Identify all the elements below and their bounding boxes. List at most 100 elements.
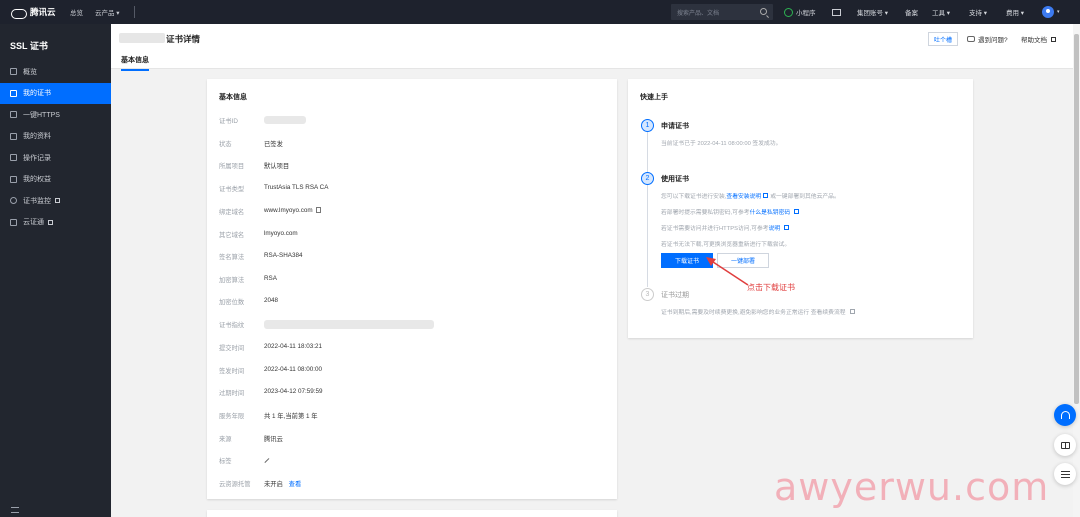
sidebar-item-my-certificates[interactable]: 我的证书 (0, 82, 111, 104)
feedback-button[interactable]: 吐个槽 (928, 32, 958, 46)
step-3-desc: 证书到期后,需要及时续费更换,避免影响您的业务正常运行 查看续费流程 (661, 307, 855, 316)
edit-icon[interactable] (264, 457, 270, 463)
sidebar-item-label: 云证通 (23, 219, 44, 227)
collapse-menu-icon[interactable] (11, 507, 19, 513)
step-connector (647, 185, 648, 287)
step-2-line-4: 若证书无法下载,可更换浏览器重新进行下载尝试。 (661, 242, 791, 248)
step-2-line-3: 若证书需要访问并进行HTTPS访问,可参考说明 (661, 223, 790, 232)
desc-text: 若证书需要访问并进行HTTPS访问,可参考 (661, 226, 769, 232)
submit-time-value: 2022-04-11 18:03:21 (264, 343, 323, 350)
sidebar-item-cloud-cert[interactable]: 云证通 (0, 212, 111, 234)
signature-algorithm-value: RSA-SHA384 (264, 252, 303, 259)
headset-icon (1060, 411, 1070, 419)
gift-icon (10, 175, 17, 183)
certificate-icon (10, 89, 17, 97)
domain-value-wrap: www.lmyoyo.com (264, 207, 321, 216)
customer-service-button[interactable] (1054, 404, 1076, 426)
brand-logo[interactable]: 腾讯云 (0, 6, 70, 19)
field-label: 证书指纹 (219, 322, 245, 329)
sidebar-item-label: 证书监控 (23, 197, 51, 205)
issue-time-value: 2022-04-11 08:00:00 (264, 366, 323, 373)
cert-id-value (264, 116, 306, 126)
sidebar-item-one-click-https[interactable]: 一键HTTPS (0, 104, 111, 126)
domain-value: www.lmyoyo.com (264, 207, 313, 214)
field-label: 所属项目 (219, 163, 245, 170)
status-value: 已签发 (264, 141, 283, 148)
sidebar-item-label: 操作记录 (23, 154, 51, 162)
sidebar-item-label: 一键HTTPS (23, 111, 60, 119)
next-card (207, 510, 617, 517)
quick-start-card: 快速上手 1 申请证书 当前证书已于 2022-04-11 08:00:00 签… (628, 79, 973, 338)
book-icon (1060, 441, 1070, 449)
nav-overview[interactable]: 总览 (70, 7, 83, 17)
log-icon (10, 154, 17, 162)
other-domain-value: lmyoyo.com (264, 230, 298, 237)
step-1-desc: 当前证书已于 2022-04-11 08:00:00 签发成功。 (661, 141, 782, 147)
mail-icon (832, 8, 841, 16)
user-menu[interactable]: ▾ (1042, 0, 1060, 24)
copy-icon[interactable] (315, 207, 321, 213)
sidebar-item-cert-monitor[interactable]: 证书监控 (0, 190, 111, 212)
tab-basic-info[interactable]: 基本信息 (121, 55, 149, 71)
step-2-line-2: 若部署时提示需要私钥密码,可参考什么是私钥密码 (661, 207, 800, 216)
step-3-badge: 3 (641, 288, 654, 301)
tags-value (264, 456, 270, 465)
quick-start-title: 快速上手 (640, 94, 668, 101)
avatar[interactable] (1042, 6, 1054, 18)
redacted-value (264, 116, 306, 124)
page-header: 证书详情 基本信息 吐个槽 遇到问题? 帮助文档 (111, 24, 1073, 71)
certificate-name-redacted (119, 33, 165, 43)
help-doc-label: 帮助文档 (1021, 37, 1047, 44)
docs-button[interactable] (1054, 434, 1076, 456)
step-2-title: 使用证书 (661, 176, 689, 183)
external-link-icon (784, 225, 790, 230)
cloud-logo-icon (10, 7, 27, 19)
sidebar-item-operation-log[interactable]: 操作记录 (0, 147, 111, 169)
hosting-status: 未开启 (264, 481, 283, 488)
nav-cost[interactable]: 费用 ▾ (1006, 7, 1024, 17)
sidebar-item-my-benefits[interactable]: 我的权益 (0, 169, 111, 191)
sidebar-item-label: 概览 (23, 68, 37, 76)
sidebar-item-overview[interactable]: 概览 (0, 61, 111, 83)
scrollbar-thumb[interactable] (1074, 34, 1079, 404)
sidebar-item-my-materials[interactable]: 我的资料 (0, 126, 111, 148)
install-guide-link[interactable]: 查看安装说明 (726, 194, 761, 200)
nav-tools[interactable]: 工具 ▾ (932, 7, 950, 17)
field-label: 加密位数 (219, 299, 245, 306)
expire-time-value: 2023-04-12 07:59:59 (264, 388, 323, 395)
external-link-icon (849, 309, 855, 314)
basic-info-title: 基本信息 (219, 94, 247, 101)
mail-button[interactable] (832, 0, 841, 24)
https-guide-link[interactable]: 说明 (769, 226, 781, 232)
divider (133, 6, 135, 18)
external-link-icon (794, 209, 800, 214)
sidebar-item-label: 我的资料 (23, 133, 51, 141)
sidebar-title: SSL 证书 (10, 41, 48, 51)
menu-list-button[interactable] (1054, 463, 1076, 485)
project-value: 默认项目 (264, 163, 290, 170)
private-key-link[interactable]: 什么是私钥密码 (750, 210, 791, 216)
external-link-icon (1051, 36, 1056, 42)
step-2-badge: 2 (641, 172, 654, 185)
help-doc-link[interactable]: 帮助文档 (1021, 34, 1056, 44)
step-1-badge: 1 (641, 119, 654, 132)
encryption-algorithm-value: RSA (264, 275, 277, 282)
search-icon[interactable] (760, 8, 767, 15)
nav-record[interactable]: 备案 (905, 7, 918, 17)
nav-miniprogram[interactable]: 小程序 (784, 0, 816, 24)
search-input[interactable]: 搜索产品、文档 (671, 4, 773, 20)
chevron-down-icon: ▾ (1057, 9, 1060, 15)
nav-products[interactable]: 云产品 ▾ (95, 7, 120, 17)
nav-group-account[interactable]: 集团账号 ▾ (857, 7, 888, 17)
field-label: 状态 (219, 141, 232, 148)
nav-support[interactable]: 支持 ▾ (969, 7, 987, 17)
source-value: 腾讯云 (264, 436, 283, 443)
cert-type-value: TrustAsia TLS RSA CA (264, 184, 329, 191)
field-label: 云资源托管 (219, 481, 251, 488)
service-years-value: 共 1 年,当前第 1 年 (264, 413, 318, 420)
field-label: 证书类型 (219, 186, 245, 193)
view-hosting-link[interactable]: 查看 (289, 481, 302, 488)
desc-text: 您可以下载证书进行安装, (661, 194, 727, 200)
brand-name: 腾讯云 (30, 7, 56, 17)
problem-link[interactable]: 遇到问题? (967, 34, 1008, 44)
